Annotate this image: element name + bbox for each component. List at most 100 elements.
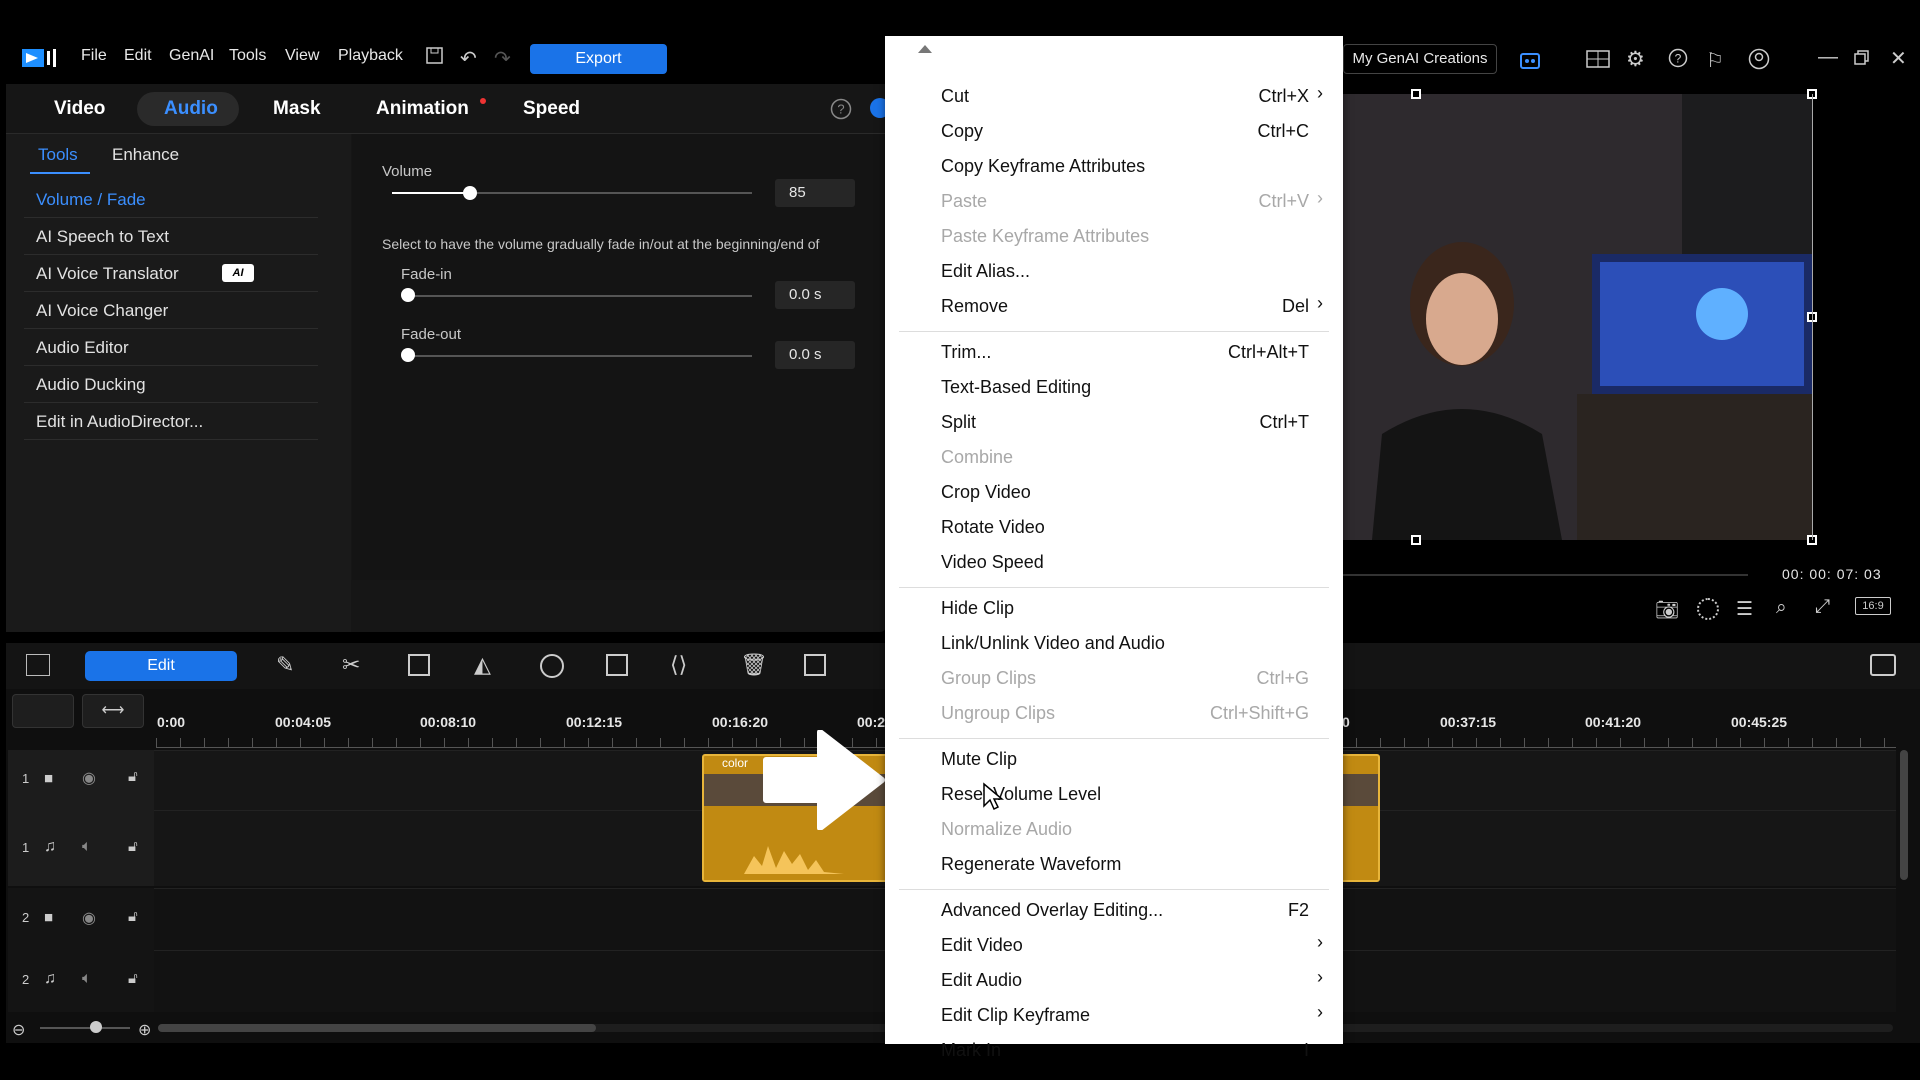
tool-volume-fade[interactable]: Volume / Fade — [24, 181, 318, 218]
storyboard-icon[interactable] — [26, 654, 50, 676]
subtab-tools[interactable]: Tools — [38, 145, 78, 165]
subtitles-icon[interactable]: ☰ — [1736, 598, 1753, 621]
zoom-slider-track[interactable] — [40, 1027, 130, 1029]
menu-genai[interactable]: GenAI — [169, 47, 214, 65]
feedback-icon[interactable]: ⚐ — [1706, 48, 1724, 73]
layout-icon[interactable] — [1586, 50, 1610, 68]
fadeout-value-field[interactable]: 0.0 s — [775, 341, 855, 369]
menu-item-edit-clip-keyframe[interactable]: Edit Clip Keyframe — [941, 1005, 1090, 1026]
panel-help-icon[interactable]: ? — [830, 98, 852, 120]
menu-item-advanced-overlay-editing[interactable]: Advanced Overlay Editing... — [941, 900, 1163, 921]
fadeout-slider-track[interactable] — [408, 355, 752, 357]
zoom-icon[interactable]: ⌕ — [1776, 597, 1787, 619]
menu-item-cut[interactable]: Cut — [941, 86, 969, 107]
speaker-icon[interactable]: 🔈︎ — [82, 838, 92, 856]
playback-quality-icon[interactable] — [1697, 598, 1719, 620]
edit-button[interactable]: Edit — [85, 651, 237, 681]
pen-tool-icon[interactable]: ✎ — [276, 652, 294, 678]
menu-item-edit-audio[interactable]: Edit Audio — [941, 970, 1022, 991]
zoom-slider-knob[interactable] — [90, 1021, 102, 1033]
split-scissors-icon[interactable]: ✂ — [342, 652, 360, 678]
menu-item-copy[interactable]: Copy — [941, 121, 983, 142]
timeline-vertical-scrollbar[interactable] — [1900, 750, 1908, 880]
track-manager-button[interactable] — [12, 694, 74, 728]
menu-item-trim[interactable]: Trim... — [941, 342, 991, 363]
undo-icon[interactable]: ↶ — [460, 46, 477, 71]
menu-item-copy-keyframe-attributes[interactable]: Copy Keyframe Attributes — [941, 156, 1145, 177]
menu-item-paste-keyframe-attributes[interactable]: Paste Keyframe Attributes — [941, 226, 1149, 247]
export-button[interactable]: Export — [530, 44, 667, 74]
redo-icon[interactable]: ↷ — [494, 46, 511, 71]
delete-trash-icon[interactable]: 🗑︎ — [740, 652, 768, 678]
tool-edit-in-audiodirector[interactable]: Edit in AudioDirector... — [24, 403, 318, 440]
lock-icon[interactable]: 🔓︎ — [128, 908, 138, 925]
genai-robot-icon[interactable] — [1518, 48, 1542, 70]
help-icon[interactable]: ? — [1668, 48, 1688, 68]
keyframe-icon[interactable] — [606, 654, 628, 676]
tool-ai-speech-to-text[interactable]: AI Speech to Text — [24, 218, 318, 255]
minimize-icon[interactable]: — — [1818, 46, 1838, 69]
preview-resize-handle[interactable] — [1411, 89, 1421, 99]
menu-item-reset-volume-level[interactable]: Reset Volume Level — [941, 784, 1101, 805]
zoom-in-icon[interactable]: ⊕ — [138, 1020, 151, 1040]
menu-playback[interactable]: Playback — [338, 47, 403, 65]
menu-item-regenerate-waveform[interactable]: Regenerate Waveform — [941, 854, 1121, 875]
tool-ai-voice-translator[interactable]: AI Voice Translator — [24, 255, 318, 292]
timeline-settings-icon[interactable] — [1870, 654, 1896, 676]
menu-item-crop-video[interactable]: Crop Video — [941, 482, 1031, 503]
lock-icon[interactable]: 🔓︎ — [128, 970, 138, 987]
menu-item-link-unlink-video-and-audio[interactable]: Link/Unlink Video and Audio — [941, 633, 1165, 654]
lock-icon[interactable]: 🔓︎ — [128, 768, 138, 785]
aspect-ratio-button[interactable]: 16:9 — [1855, 597, 1891, 615]
menu-item-hide-clip[interactable]: Hide Clip — [941, 598, 1014, 619]
menu-scroll-up-icon[interactable] — [918, 45, 932, 53]
tool-audio-editor[interactable]: Audio Editor — [24, 329, 318, 366]
menu-item-remove[interactable]: Remove — [941, 296, 1008, 317]
timeline-scroll-thumb[interactable] — [158, 1024, 596, 1032]
tab-video[interactable]: Video — [54, 98, 105, 120]
menu-item-text-based-editing[interactable]: Text-Based Editing — [941, 377, 1091, 398]
fadein-value-field[interactable]: 0.0 s — [775, 281, 855, 309]
volume-value-field[interactable]: 85 — [775, 179, 855, 207]
restore-icon[interactable] — [1854, 50, 1870, 66]
flip-icon[interactable]: ◭ — [474, 652, 491, 678]
tab-animation[interactable]: Animation — [376, 98, 469, 120]
menu-item-paste[interactable]: Paste — [941, 191, 987, 212]
more-tools-icon[interactable] — [804, 654, 826, 676]
tool-audio-ducking[interactable]: Audio Ducking — [24, 366, 318, 403]
lock-icon[interactable]: 🔓︎ — [128, 838, 138, 855]
genai-creations-button[interactable]: My GenAI Creations — [1343, 44, 1497, 74]
visibility-eye-icon[interactable]: ◉ — [82, 768, 96, 788]
tool-ai-voice-changer[interactable]: AI Voice Changer — [24, 292, 318, 329]
tab-speed[interactable]: Speed — [523, 98, 580, 120]
zoom-out-icon[interactable]: ⊖ — [12, 1020, 25, 1040]
tab-mask[interactable]: Mask — [273, 98, 321, 120]
menu-item-video-speed[interactable]: Video Speed — [941, 552, 1044, 573]
subtab-enhance[interactable]: Enhance — [112, 145, 179, 165]
speed-gauge-icon[interactable] — [540, 654, 564, 678]
menu-tools[interactable]: Tools — [229, 47, 266, 65]
menu-item-normalize-audio[interactable]: Normalize Audio — [941, 819, 1072, 840]
fadein-slider-track[interactable] — [408, 295, 752, 297]
close-icon[interactable]: ✕ — [1890, 46, 1907, 71]
volume-slider-knob[interactable] — [463, 186, 477, 200]
menu-view[interactable]: View — [285, 47, 319, 65]
preview-resize-handle[interactable] — [1411, 535, 1421, 545]
fadein-slider-knob[interactable] — [401, 288, 415, 302]
preview-scrubber[interactable] — [1342, 574, 1748, 576]
menu-item-edit-video[interactable]: Edit Video — [941, 935, 1023, 956]
menu-file[interactable]: File — [81, 47, 107, 65]
menu-item-group-clips[interactable]: Group Clips — [941, 668, 1036, 689]
video-preview[interactable] — [1342, 94, 1812, 540]
fit-timeline-button[interactable]: ⟷ — [82, 694, 144, 728]
tab-audio[interactable]: Audio — [164, 98, 218, 120]
menu-item-ungroup-clips[interactable]: Ungroup Clips — [941, 703, 1055, 724]
snapshot-camera-icon[interactable]: 📷︎ — [1655, 598, 1679, 622]
fullscreen-icon[interactable]: ⤢ — [1815, 596, 1830, 618]
menu-item-combine[interactable]: Combine — [941, 447, 1013, 468]
menu-item-mute-clip[interactable]: Mute Clip — [941, 749, 1017, 770]
play-overlay-icon[interactable] — [760, 730, 886, 830]
save-icon[interactable] — [425, 47, 445, 65]
speaker-icon[interactable]: 🔈︎ — [82, 970, 92, 988]
menu-edit[interactable]: Edit — [124, 47, 152, 65]
